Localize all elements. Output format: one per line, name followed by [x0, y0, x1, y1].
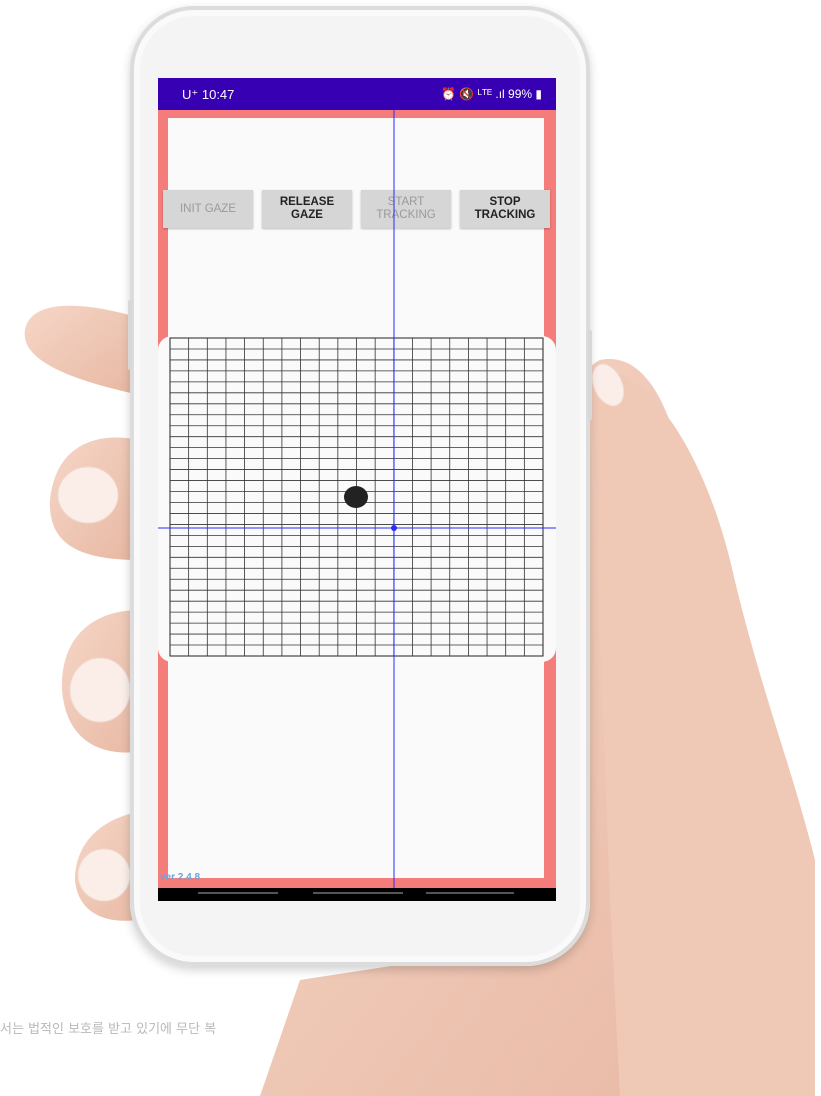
nav-home[interactable]: [313, 892, 403, 894]
power-button: [588, 330, 592, 420]
navigation-bar: [158, 888, 556, 901]
app-background: INIT GAZE RELEASE GAZE START TRACKING ST…: [158, 110, 556, 888]
gaze-point: [344, 486, 368, 508]
status-time: U⁺ 10:47: [182, 87, 235, 102]
gaze-overlay: [158, 110, 556, 888]
watermark-text: 서는 법적인 보호를 받고 있기에 무단 복: [0, 1022, 217, 1037]
nav-recents[interactable]: [426, 892, 514, 894]
status-indicators: ⏰ 🔇 ᴸᵀᴱ .ıl 99% ▮: [441, 87, 542, 101]
phone-screen: U⁺ 10:47 ⏰ 🔇 ᴸᵀᴱ .ıl 99% ▮ INIT GAZE REL…: [158, 78, 556, 901]
version-label: ver 2.4.8: [160, 872, 201, 883]
volume-button: [128, 300, 132, 370]
nav-back[interactable]: [198, 892, 278, 894]
status-bar: U⁺ 10:47 ⏰ 🔇 ᴸᵀᴱ .ıl 99% ▮: [158, 78, 556, 110]
crosshair-center-dot: [391, 525, 397, 531]
